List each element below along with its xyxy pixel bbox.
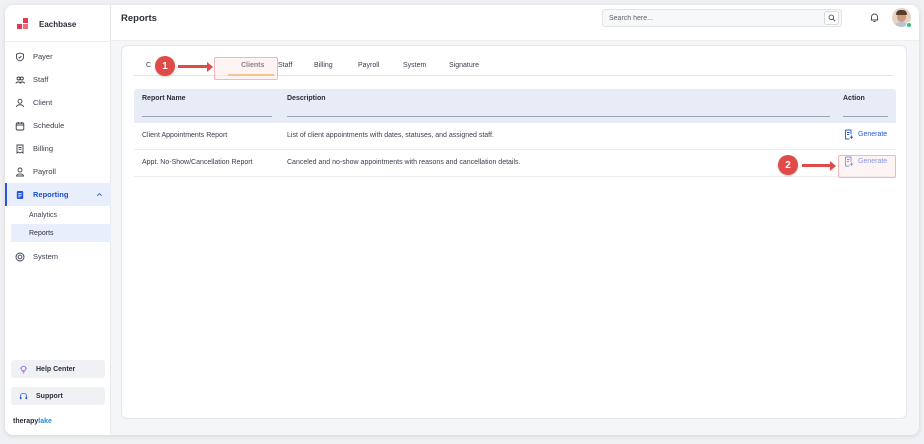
sidebar-item-label: Payer [33, 52, 53, 61]
step-2-arrow [802, 160, 836, 171]
top-header: Reports [111, 5, 919, 41]
description-cell: Canceled and no-show appointments with r… [287, 159, 521, 166]
search-icon [828, 14, 835, 22]
user-icon [15, 98, 25, 108]
users-icon [15, 75, 25, 85]
generate-label: Generate [858, 131, 888, 138]
generate-report-icon [845, 129, 854, 140]
column-header-action: Action [843, 95, 865, 102]
help-center-label: Help Center [36, 365, 76, 373]
divider [5, 41, 111, 42]
help-center-button[interactable]: Help Center [11, 360, 105, 378]
receipt-icon [15, 144, 25, 154]
support-label: Support [36, 392, 63, 400]
sidebar-item-schedule[interactable]: Schedule [5, 114, 111, 137]
report-name-cell: Appt. No-Show/Cancellation Report [142, 159, 253, 166]
column-header-report-name: Report Name [142, 95, 186, 102]
sidebar-item-label: Reporting [33, 190, 69, 199]
generate-button[interactable]: Generate [844, 129, 887, 140]
tab-signature[interactable]: Signature [449, 62, 479, 69]
tab-billing[interactable]: Billing [314, 62, 333, 69]
lightbulb-icon [19, 365, 28, 374]
generate-button-highlight [838, 155, 896, 178]
online-status-dot [906, 22, 912, 28]
tab-partial-hidden[interactable]: C [146, 62, 151, 69]
clients-tab-highlight [214, 57, 278, 80]
tab-system[interactable]: System [403, 62, 426, 69]
description-cell: List of client appointments with dates, … [287, 132, 494, 139]
brand-name: Eachbase [39, 19, 77, 29]
table-header: Report Name Description Action [134, 89, 896, 123]
calendar-icon [15, 121, 25, 131]
sidebar-item-label: Client [33, 98, 53, 107]
sidebar-item-label: Payroll [33, 167, 56, 176]
logo-text-a: therapy [13, 418, 39, 425]
step-2-badge: 2 [778, 155, 798, 175]
reports-card: C Clients Staff Billing Payroll System S… [121, 45, 907, 419]
app-window: Eachbase Payer Staff Client Schedule Bil… [5, 5, 919, 435]
support-button[interactable]: Support [11, 387, 105, 405]
sidebar-item-client[interactable]: Client [5, 91, 111, 114]
sidebar-subitem-label: Analytics [29, 211, 58, 219]
step-1-badge: 1 [155, 56, 175, 76]
therapylake-logo: therapylake [13, 418, 52, 425]
report-name-cell: Client Appointments Report [142, 132, 228, 139]
sidebar-nav: Payer Staff Client Schedule Billing Payr… [5, 45, 111, 268]
sidebar-subitem-label: Reports [29, 229, 54, 237]
header-rule [142, 116, 272, 117]
search-input[interactable] [609, 12, 819, 25]
sidebar-item-billing[interactable]: Billing [5, 137, 111, 160]
report-icon [15, 190, 25, 200]
header-rule [287, 116, 830, 117]
page-title: Reports [121, 13, 157, 24]
sidebar-item-system[interactable]: System [5, 245, 111, 268]
step-1-arrow [178, 61, 213, 72]
chevron-up-icon[interactable] [96, 191, 103, 198]
sidebar-item-payroll[interactable]: Payroll [5, 160, 111, 183]
shield-icon [15, 52, 25, 62]
table-row: Client Appointments Report List of clien… [134, 123, 896, 150]
search-bar [602, 9, 842, 27]
sidebar-item-label: Schedule [33, 121, 65, 130]
logo-text-b: lake [38, 418, 52, 425]
wallet-user-icon [15, 167, 25, 177]
brand-logo-icon [17, 18, 29, 30]
target-icon [15, 252, 25, 262]
sidebar-subitem-analytics[interactable]: Analytics [5, 206, 111, 224]
sidebar-item-label: System [33, 252, 59, 261]
headset-icon [19, 392, 28, 399]
sidebar-item-reporting[interactable]: Reporting [5, 183, 111, 206]
search-button[interactable] [824, 11, 839, 25]
sidebar-subitem-reports[interactable]: Reports [11, 224, 111, 242]
sidebar-item-payer[interactable]: Payer [5, 45, 111, 68]
sidebar: Eachbase Payer Staff Client Schedule Bil… [5, 5, 111, 435]
header-rule [843, 116, 888, 117]
bell-icon[interactable] [869, 12, 880, 23]
tab-staff[interactable]: Staff [278, 62, 292, 69]
sidebar-item-staff[interactable]: Staff [5, 68, 111, 91]
sidebar-item-label: Billing [33, 144, 54, 153]
column-header-description: Description [287, 95, 326, 102]
tab-payroll[interactable]: Payroll [358, 62, 379, 69]
sidebar-item-label: Staff [33, 75, 49, 84]
brand[interactable]: Eachbase [17, 13, 76, 35]
